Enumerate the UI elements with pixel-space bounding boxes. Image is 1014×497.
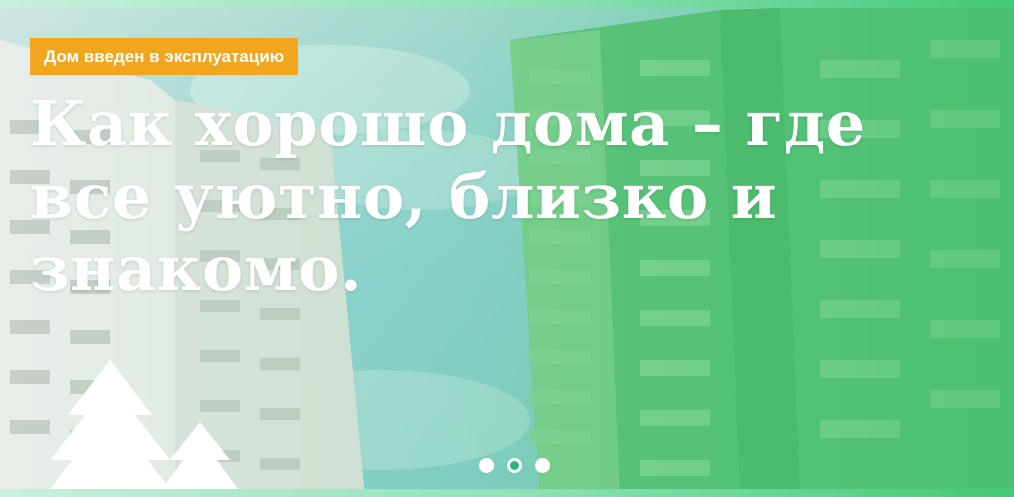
tree-icon (44, 360, 244, 497)
bottom-accent-strip (0, 489, 1014, 497)
hero-slider: Дом введен в эксплуатацию Как хорошо дом… (0, 0, 1014, 497)
top-accent-strip (0, 0, 1014, 8)
status-badge: Дом введен в эксплуатацию (30, 38, 299, 75)
slider-pagination (479, 458, 550, 473)
slider-dot[interactable] (535, 458, 550, 473)
slider-dot[interactable] (479, 458, 494, 473)
slider-dot-active[interactable] (507, 458, 522, 473)
hero-headline: Как хорошо дома – где все уютно, близко … (30, 87, 866, 306)
